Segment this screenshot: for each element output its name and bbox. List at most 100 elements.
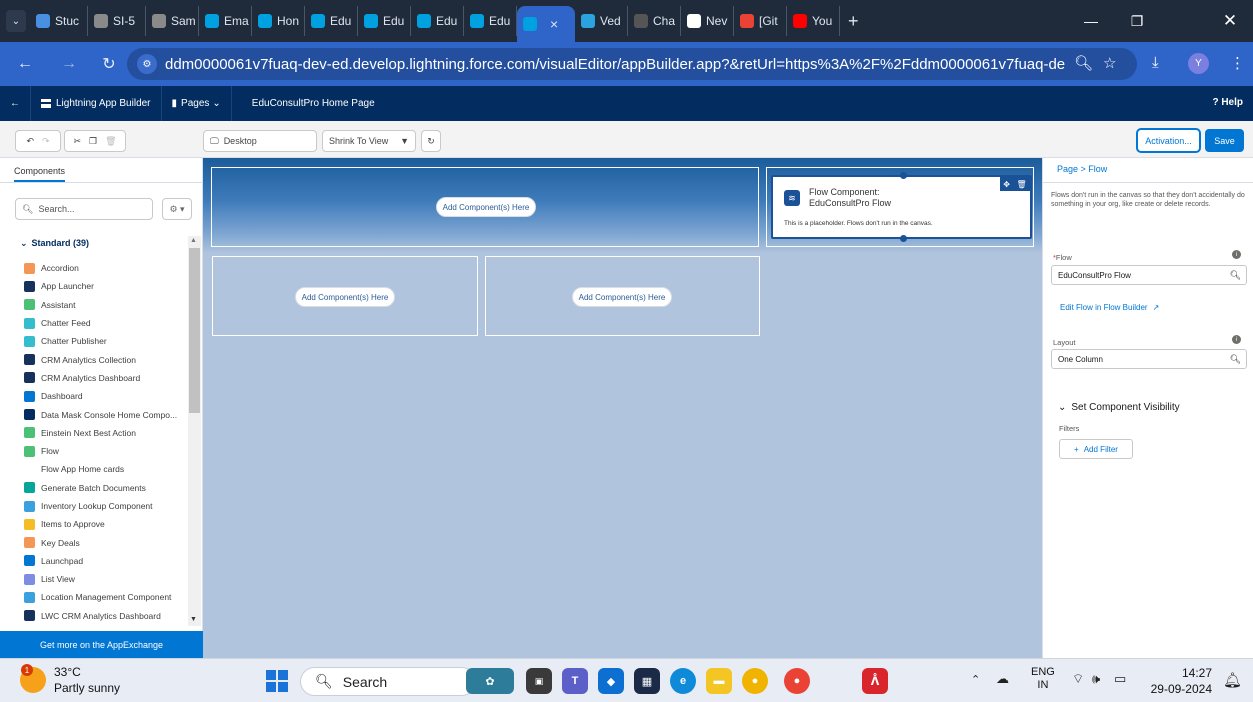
start-button[interactable]: [266, 670, 288, 692]
browser-tab[interactable]: You: [787, 6, 840, 36]
component-list-item[interactable]: App Launcher: [0, 277, 188, 295]
flow-component-card[interactable]: ≋ Flow Component: EduConsultPro Flow Thi…: [771, 172, 1032, 242]
language-indicator[interactable]: ENG IN: [1031, 666, 1055, 692]
component-list-item[interactable]: Flow: [0, 442, 188, 460]
edit-flow-link[interactable]: Edit Flow in Flow Builder ↗: [1060, 303, 1159, 312]
back-icon[interactable]: ←: [10, 55, 40, 73]
appexchange-link[interactable]: Get more on the AppExchange: [0, 631, 203, 658]
undo-icon[interactable]: ↶: [26, 136, 34, 147]
flow-lookup-input[interactable]: EduConsultPro Flow 🔍︎: [1051, 265, 1247, 285]
move-icon[interactable]: ✥: [1003, 180, 1010, 189]
browser-tab[interactable]: Hon: [252, 6, 305, 36]
right-region[interactable]: Add Component(s) Here: [485, 256, 760, 336]
info-icon[interactable]: i: [1232, 250, 1241, 259]
close-window-icon[interactable]: ✕: [1207, 0, 1253, 42]
add-filter-button[interactable]: + Add Filter: [1059, 439, 1133, 459]
browser-tab[interactable]: ×: [517, 6, 575, 42]
breadcrumb[interactable]: Page > Flow: [1057, 164, 1107, 174]
forward-icon[interactable]: →: [54, 55, 84, 73]
task-view-icon[interactable]: ▣: [526, 668, 552, 694]
left-region[interactable]: Add Component(s) Here: [212, 256, 478, 336]
browser-tab[interactable]: Sam: [146, 6, 199, 36]
scroll-down-icon[interactable]: ▼: [190, 616, 197, 623]
browser-tab[interactable]: Nev: [681, 6, 734, 36]
restore-icon[interactable]: ❐: [1114, 0, 1160, 42]
store-icon[interactable]: ▦: [634, 668, 660, 694]
component-list-item[interactable]: Inventory Lookup Component: [0, 497, 188, 515]
component-search-input[interactable]: 🔍︎ Search...: [15, 198, 153, 220]
download-icon[interactable]: ⤓: [1152, 54, 1159, 71]
bookmark-star-icon[interactable]: ☆: [1103, 54, 1116, 72]
component-list-item[interactable]: Assistant: [0, 296, 188, 314]
chrome-icon[interactable]: ●: [742, 668, 768, 694]
visibility-section-toggle[interactable]: ⌄ Set Component Visibility: [1058, 402, 1180, 413]
chrome-profile-icon[interactable]: ●: [784, 668, 810, 694]
component-list-item[interactable]: Launchpad: [0, 552, 188, 570]
weather-temp[interactable]: 33°C: [54, 665, 81, 679]
reload-icon[interactable]: ↻: [94, 54, 124, 74]
pages-menu[interactable]: ▮ Pages ⌄: [162, 86, 232, 121]
browser-tab[interactable]: Edu: [305, 6, 358, 36]
close-tab-icon[interactable]: ×: [550, 16, 558, 32]
device-select[interactable]: 🖵 Desktop: [203, 130, 317, 152]
save-button[interactable]: Save: [1205, 129, 1244, 152]
component-list-item[interactable]: List View: [0, 570, 188, 588]
zoom-icon[interactable]: 🔍︎: [1074, 54, 1093, 72]
scrollbar-thumb[interactable]: [189, 248, 200, 413]
teams-icon[interactable]: T: [562, 668, 588, 694]
tab-search-dropdown-icon[interactable]: ⌄: [6, 10, 26, 32]
activation-button[interactable]: Activation...: [1137, 129, 1200, 152]
scroll-up-icon[interactable]: ▲: [190, 237, 197, 244]
refresh-canvas-icon[interactable]: ↻: [421, 130, 441, 152]
tab-components[interactable]: Components: [0, 158, 203, 183]
volume-icon[interactable]: 🕪︎: [1092, 671, 1100, 687]
layout-lookup-input[interactable]: One Column 🔍︎: [1051, 349, 1247, 369]
browser-tab[interactable]: Edu: [358, 6, 411, 36]
new-tab-button[interactable]: +: [848, 11, 859, 32]
acrobat-icon[interactable]: ᐰ: [862, 668, 888, 694]
browser-tab[interactable]: Cha: [628, 6, 681, 36]
component-list-item[interactable]: Data Mask Console Home Compo...: [0, 405, 188, 423]
onedrive-icon[interactable]: ☁: [996, 671, 1009, 687]
notification-bell-icon[interactable]: 🔔︎: [1223, 671, 1242, 689]
component-list-item[interactable]: Location Management Component: [0, 588, 188, 606]
component-settings-button[interactable]: ⚙ ▾: [162, 198, 192, 220]
component-list-item[interactable]: Items to Approve: [0, 515, 188, 533]
app-builder-menu[interactable]: Lightning App Builder: [31, 86, 162, 121]
browser-tab[interactable]: Stuc: [30, 6, 88, 36]
info-icon[interactable]: i: [1232, 335, 1241, 344]
component-list-item[interactable]: Einstein Next Best Action: [0, 424, 188, 442]
file-explorer-icon[interactable]: ▬: [706, 668, 732, 694]
profile-avatar[interactable]: Y: [1188, 53, 1209, 74]
component-list-item[interactable]: Generate Batch Documents: [0, 479, 188, 497]
component-list-item[interactable]: LWC CRM Analytics Dashboard: [0, 607, 188, 625]
add-component-button[interactable]: Add Component(s) Here: [572, 287, 672, 307]
delete-icon[interactable]: 🗑︎: [1017, 180, 1027, 189]
weather-desc[interactable]: Partly sunny: [54, 681, 120, 695]
resize-handle-top[interactable]: [900, 172, 907, 179]
browser-tab[interactable]: SI-5: [88, 6, 146, 36]
zoom-select[interactable]: Shrink To View ▼: [322, 130, 416, 152]
component-list-item[interactable]: Accordion: [0, 259, 188, 277]
component-list-item[interactable]: Flow App Home cards: [0, 460, 188, 478]
menu-kebab-icon[interactable]: ⋮: [1230, 54, 1245, 72]
cut-icon[interactable]: ✂: [73, 136, 81, 147]
battery-icon[interactable]: ▭: [1114, 671, 1126, 687]
browser-tab[interactable]: Edu: [464, 6, 517, 36]
site-settings-icon[interactable]: ⚙: [137, 54, 157, 74]
add-component-button[interactable]: Add Component(s) Here: [436, 197, 536, 217]
delete-icon[interactable]: 🗑︎: [105, 136, 116, 147]
header-region[interactable]: Add Component(s) Here: [211, 167, 759, 247]
component-list-item[interactable]: Chatter Publisher: [0, 332, 188, 350]
component-list-item[interactable]: Dashboard: [0, 387, 188, 405]
builder-back-button[interactable]: ←: [0, 86, 31, 121]
taskbar-search[interactable]: 🔍︎ Search: [300, 667, 476, 696]
copy-icon[interactable]: ❐: [89, 136, 97, 147]
copilot-icon[interactable]: ◆: [598, 668, 624, 694]
minimize-icon[interactable]: —: [1068, 0, 1114, 42]
component-list-item[interactable]: CRM Analytics Dashboard: [0, 369, 188, 387]
browser-tab[interactable]: [Git: [734, 6, 787, 36]
tray-overflow-icon[interactable]: ⌃: [971, 673, 980, 686]
add-component-button[interactable]: Add Component(s) Here: [295, 287, 395, 307]
wifi-icon[interactable]: ⌔: [1072, 671, 1084, 687]
